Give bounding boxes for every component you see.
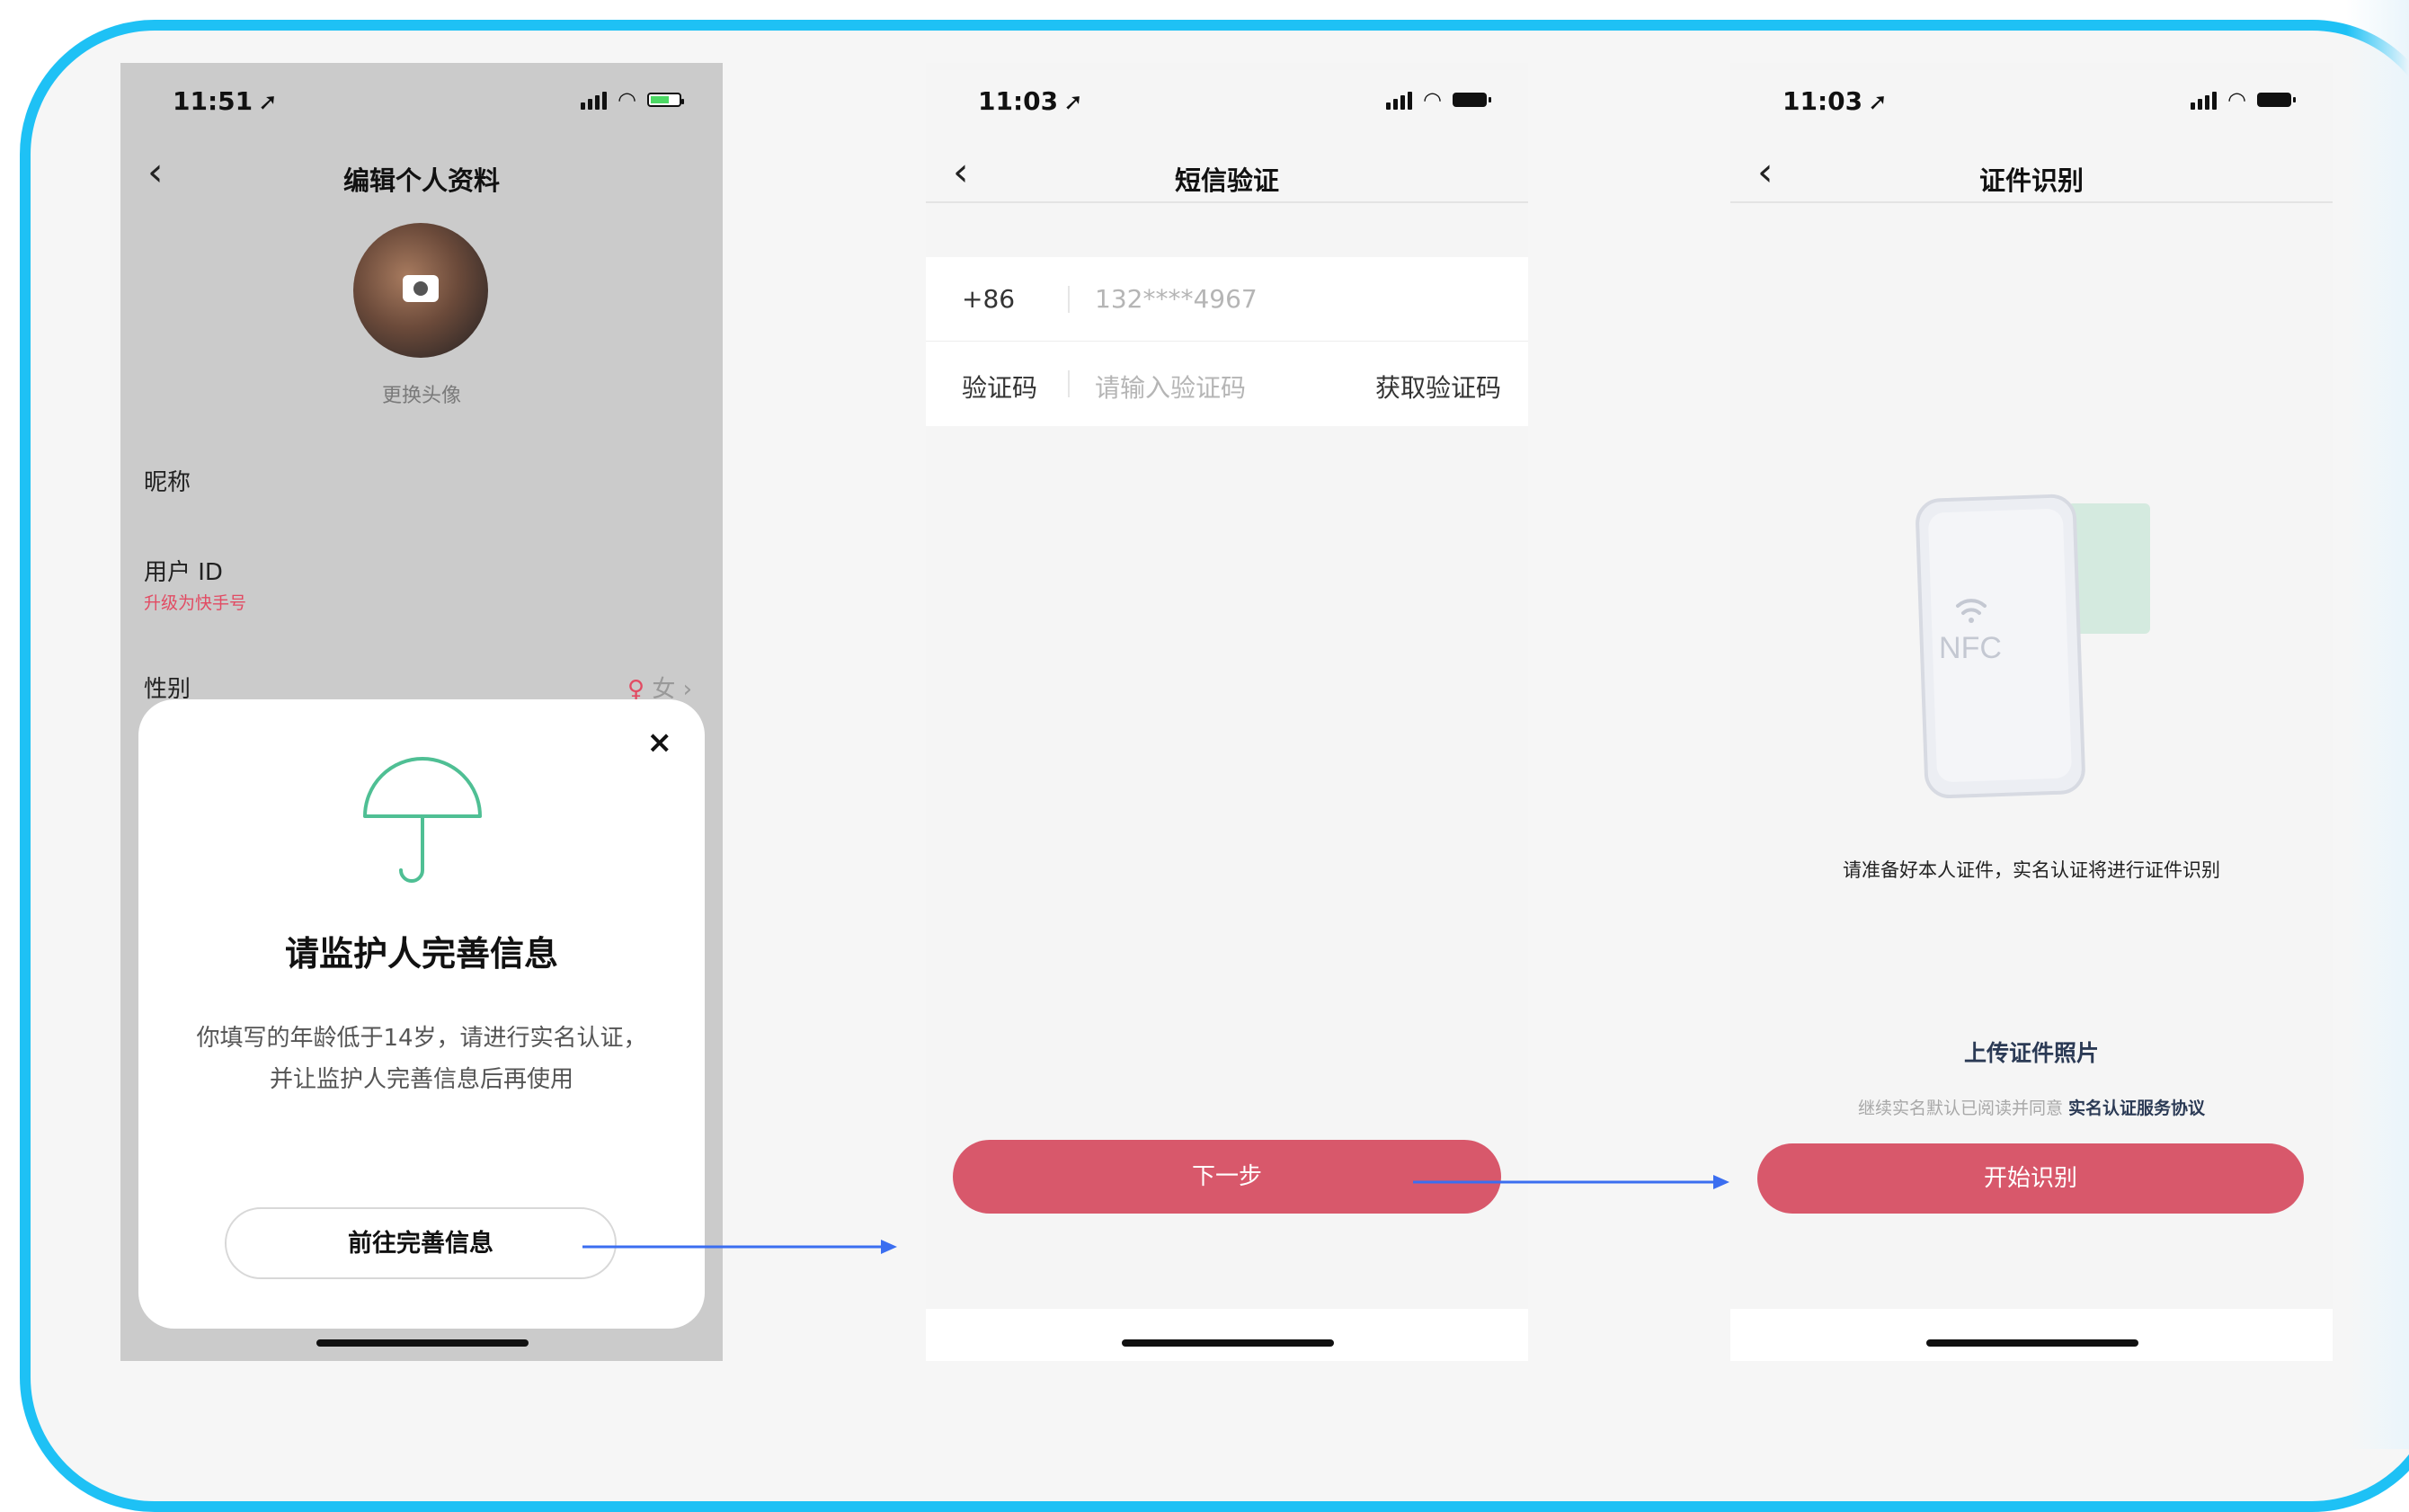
nav-bar: ‹ 短信验证 xyxy=(926,142,1528,207)
wifi-icon: ◠ xyxy=(2227,87,2246,112)
code-row: 验证码 请输入验证码 获取验证码 xyxy=(926,342,1528,426)
verification-code-input[interactable]: 请输入验证码 xyxy=(1095,369,1246,405)
get-code-button[interactable]: 获取验证码 xyxy=(1375,369,1501,405)
change-avatar-link[interactable]: 更换头像 xyxy=(120,379,723,408)
agreement-text: 继续实名默认已阅读并同意 实名认证服务协议 xyxy=(1857,1098,2206,1118)
nickname-label[interactable]: 昵称 xyxy=(144,464,191,497)
battery-charging-icon xyxy=(647,93,684,107)
signal-icon xyxy=(581,90,608,110)
status-time: 11:03 ➚ xyxy=(1782,86,1888,116)
modal-title: 请监护人完善信息 xyxy=(284,934,558,974)
nfc-phone-illustration: NFC xyxy=(1916,494,2150,799)
phone-id-recognition: 11:03 ➚ ◠ ‹ 证件识别 NFC 请准备好本人证件，实名认证将进行证件识别… xyxy=(1730,63,2333,1361)
country-code[interactable]: +86 xyxy=(962,284,1015,314)
nav-bar: ‹ 证件识别 xyxy=(1730,142,2333,207)
avatar[interactable] xyxy=(353,223,488,358)
page-title: 证件识别 xyxy=(1978,165,2084,196)
close-icon[interactable]: × xyxy=(647,725,673,760)
location-arrow-icon: ➚ xyxy=(1868,89,1888,116)
umbrella-icon xyxy=(363,757,482,883)
upload-id-photo-link[interactable]: 上传证件照片 xyxy=(1730,1036,2333,1068)
signal-icon xyxy=(1386,90,1413,110)
page-title: 编辑个人资料 xyxy=(342,165,500,196)
location-arrow-icon: ➚ xyxy=(258,89,278,116)
right-edge-fade xyxy=(2346,0,2409,1449)
status-bar: 11:03 ➚ ◠ xyxy=(1730,63,2333,144)
home-indicator xyxy=(1926,1339,2138,1347)
wifi-icon: ◠ xyxy=(1423,87,1442,112)
service-agreement-link[interactable]: 实名认证服务协议 xyxy=(2068,1098,2205,1118)
phone-row: +86 132****4967 xyxy=(926,257,1528,342)
battery-icon xyxy=(2257,93,2296,107)
user-id-label[interactable]: 用户 ID xyxy=(144,554,223,587)
nav-divider xyxy=(1730,201,2333,203)
signal-icon xyxy=(2191,90,2218,110)
camera-icon xyxy=(403,275,439,302)
status-bar: 11:03 ➚ ◠ xyxy=(926,63,1528,144)
home-area xyxy=(1730,1309,2333,1361)
nav-bar: ‹ 编辑个人资料 xyxy=(120,142,723,207)
battery-icon xyxy=(1453,93,1491,107)
next-button[interactable]: 下一步 xyxy=(953,1140,1501,1214)
field-separator xyxy=(1068,286,1070,313)
status-bar: 11:51 ➚ ◠ xyxy=(120,63,723,144)
sms-form: +86 132****4967 验证码 请输入验证码 获取验证码 xyxy=(926,257,1528,426)
status-time: 11:51 ➚ xyxy=(173,86,278,116)
home-indicator xyxy=(316,1339,529,1347)
id-prep-caption: 请准备好本人证件，实名认证将进行证件识别 xyxy=(1843,859,2220,881)
home-area xyxy=(926,1309,1528,1361)
nfc-label: NFC xyxy=(1939,631,2002,665)
start-recognition-button[interactable]: 开始识别 xyxy=(1757,1143,2304,1214)
complete-info-button[interactable]: 前往完善信息 xyxy=(225,1207,617,1279)
guardian-modal: × 请监护人完善信息 你填写的年龄低于14岁，请进行实名认证， 并让监护人完善信… xyxy=(138,699,705,1329)
phone-number-field: 132****4967 xyxy=(1095,284,1258,314)
field-separator xyxy=(1068,370,1070,397)
modal-description: 你填写的年龄低于14岁，请进行实名认证， 并让监护人完善信息后再使用 xyxy=(196,1025,647,1093)
wifi-icon: ◠ xyxy=(618,87,636,112)
upgrade-kuaishou-link[interactable]: 升级为快手号 xyxy=(144,590,246,614)
status-time: 11:03 ➚ xyxy=(978,86,1083,116)
phone-sms-verify: 11:03 ➚ ◠ ‹ 短信验证 +86 132****4967 验证码 请输入验… xyxy=(926,63,1528,1361)
code-label: 验证码 xyxy=(962,373,1038,403)
location-arrow-icon: ➚ xyxy=(1063,89,1083,116)
phone-edit-profile: 11:51 ➚ ◠ ‹ 编辑个人资料 更换头像 昵称 用户 ID 升级为快手号 性… xyxy=(120,63,723,1361)
nav-divider xyxy=(926,201,1528,203)
page-title: 短信验证 xyxy=(1174,165,1279,196)
home-indicator xyxy=(1122,1339,1334,1347)
